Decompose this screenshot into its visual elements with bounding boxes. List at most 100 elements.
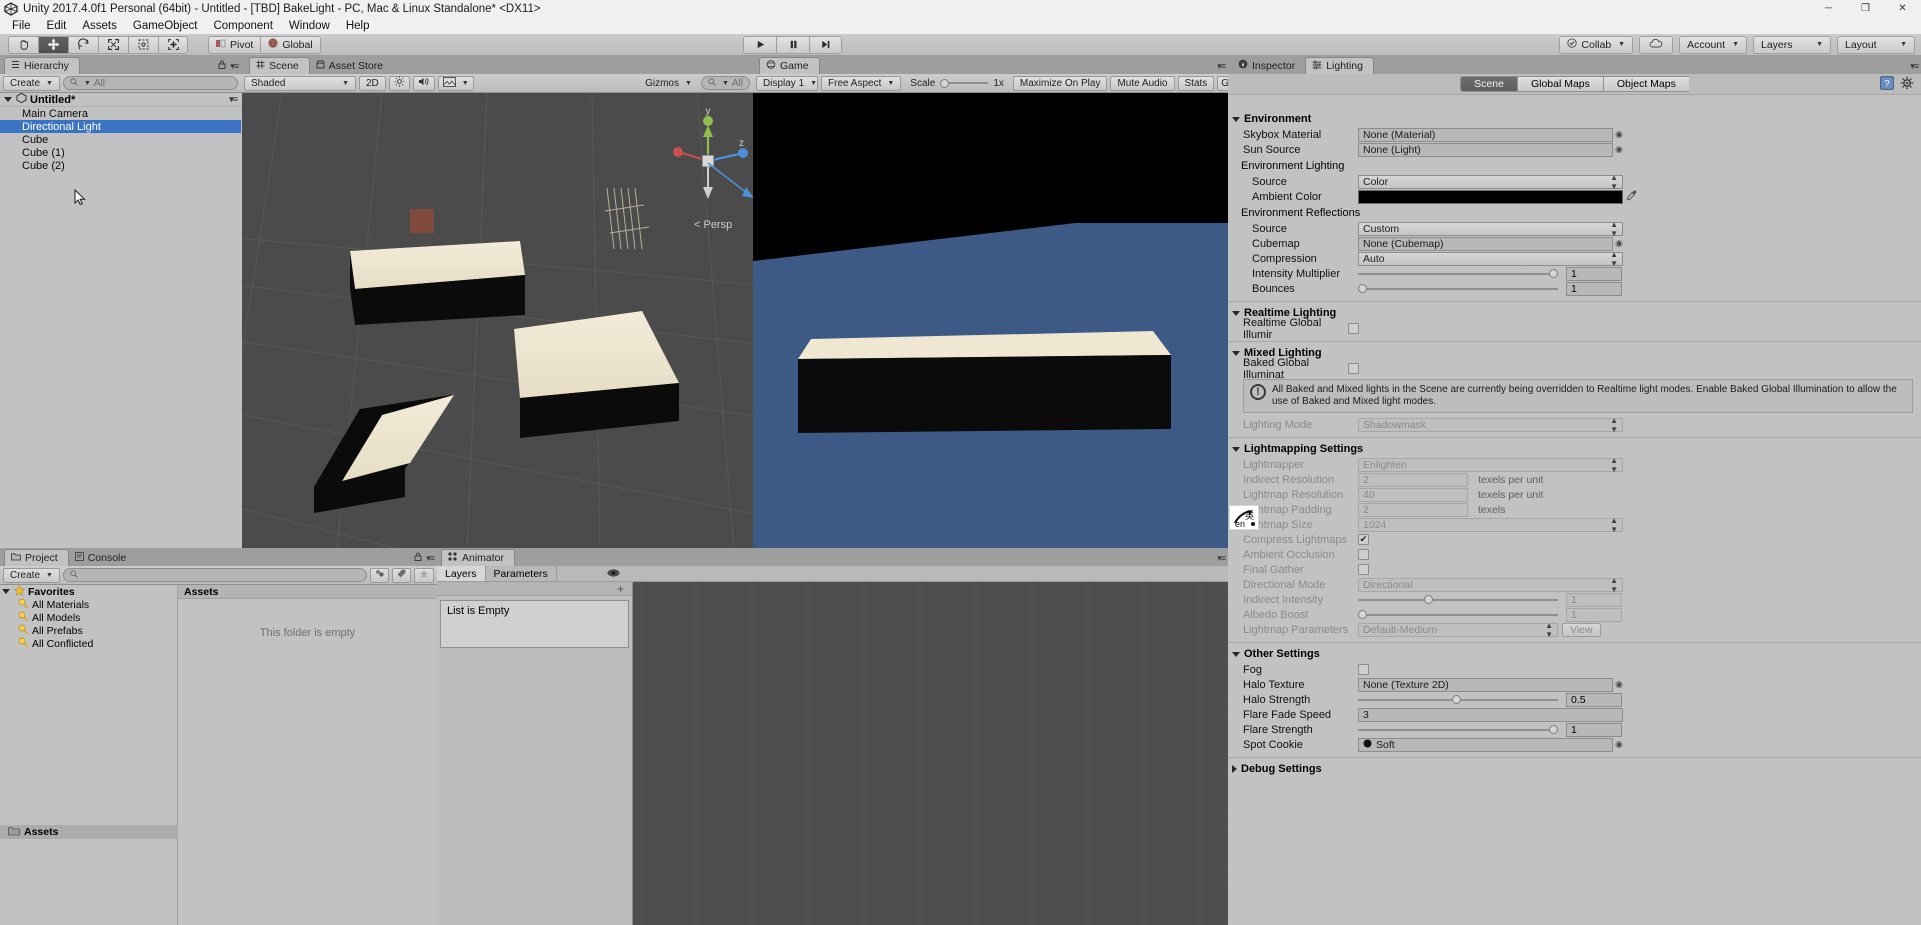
env-source-dropdown[interactable]: Color ▲ ▼ — [1358, 173, 1623, 191]
tab-asset-store[interactable]: Asset Store — [309, 57, 394, 74]
compress-lightmaps-checkbox[interactable] — [1358, 534, 1369, 545]
ime-language-indicator[interactable]: en 英 — [1229, 505, 1259, 530]
project-search-input[interactable] — [62, 568, 367, 582]
eye-icon[interactable] — [607, 568, 620, 581]
project-favorite-all-models[interactable]: All Models — [0, 611, 177, 624]
lighting-settings-body[interactable]: Environment Skybox Material None (Materi… — [1228, 109, 1921, 925]
pause-button[interactable] — [776, 35, 809, 54]
lighting-tab-object-maps[interactable]: Object Maps — [1602, 76, 1689, 92]
rotate-tool-button[interactable] — [68, 35, 98, 54]
gear-icon[interactable] — [1900, 76, 1914, 93]
hand-tool-button[interactable] — [8, 35, 38, 54]
tab-animator[interactable]: Animator — [441, 549, 516, 566]
intensity-slider[interactable] — [1358, 267, 1558, 281]
scene-2d-toggle[interactable]: 2D — [359, 75, 386, 91]
hierarchy-item-cube-2[interactable]: Cube (2) — [0, 159, 241, 172]
game-viewport[interactable] — [753, 93, 1228, 548]
collapse-triangle-icon[interactable] — [1232, 765, 1237, 773]
game-display-dropdown[interactable]: Display 1 ▼ — [756, 75, 818, 91]
move-tool-button[interactable] — [38, 35, 68, 54]
lm-res-input[interactable]: 40 — [1358, 487, 1468, 502]
hierarchy-create-button[interactable]: Create ▼ — [3, 75, 60, 91]
section-debug-settings[interactable]: Debug Settings — [1228, 761, 1921, 777]
maximize-on-play-toggle[interactable]: Maximize On Play — [1012, 75, 1108, 91]
tab-project[interactable]: Project — [4, 549, 69, 566]
indirect-res-input[interactable]: 2 — [1358, 472, 1468, 487]
add-layer-button[interactable]: + — [617, 582, 624, 596]
pivot-toggle[interactable]: Pivot — [208, 35, 262, 54]
flare-fade-input[interactable]: 3 — [1358, 707, 1623, 722]
bounces-value[interactable]: 1 — [1566, 281, 1622, 296]
project-filter-label-button[interactable] — [392, 567, 411, 583]
object-picker-icon[interactable]: ◉ — [1613, 144, 1625, 155]
menu-edit[interactable]: Edit — [39, 19, 75, 33]
object-picker-icon[interactable]: ◉ — [1613, 679, 1625, 690]
tab-scene[interactable]: Scene — [249, 57, 310, 74]
project-favorite-all-conflicted[interactable]: All Conflicted — [0, 637, 177, 650]
menu-file[interactable]: File — [4, 19, 39, 33]
cubemap-field[interactable]: None (Cubemap) — [1358, 236, 1613, 251]
game-menu-icon[interactable]: ▾≡ — [1217, 61, 1226, 72]
expand-triangle-icon[interactable] — [1232, 446, 1240, 452]
hierarchy-scene-root[interactable]: Untitled* ▾≡ — [0, 92, 241, 107]
animator-state-machine-canvas[interactable] — [633, 582, 1228, 925]
expand-triangle-icon[interactable] — [1232, 116, 1240, 122]
expand-triangle-icon[interactable] — [1232, 310, 1240, 316]
project-favorite-all-prefabs[interactable]: All Prefabs — [0, 624, 177, 637]
lightmapper-dropdown[interactable]: Enlighten ▲ ▼ — [1358, 456, 1623, 474]
intensity-value[interactable]: 1 — [1566, 266, 1622, 281]
final-gather-checkbox[interactable] — [1358, 564, 1369, 575]
object-picker-icon[interactable]: ◉ — [1613, 238, 1625, 249]
ambient-occlusion-checkbox[interactable] — [1358, 549, 1369, 560]
lighting-mode-dropdown[interactable]: Shadowmask ▲ ▼ — [1358, 416, 1623, 434]
help-icon[interactable]: ? — [1880, 75, 1894, 93]
lightmap-parameters-dropdown[interactable]: Default-Medium ▲ ▼ — [1358, 621, 1558, 639]
spot-cookie-field[interactable]: Soft — [1358, 737, 1613, 752]
section-lightmapping-settings[interactable]: Lightmapping Settings — [1228, 441, 1921, 457]
scene-viewport[interactable]: y z < Persp — [242, 93, 753, 548]
lighting-menu-icon[interactable]: ▾≡ — [1910, 61, 1919, 72]
stats-toggle[interactable]: Stats — [1177, 75, 1215, 91]
lm-pad-input[interactable]: 2 — [1358, 502, 1468, 517]
menu-component[interactable]: Component — [205, 19, 280, 33]
play-button[interactable] — [743, 35, 776, 54]
project-menu-icon[interactable]: ▾≡ — [426, 553, 435, 564]
compression-dropdown[interactable]: Auto ▲ ▼ — [1358, 250, 1623, 268]
fog-checkbox[interactable] — [1358, 664, 1369, 675]
collab-button[interactable]: Collab ▼ — [1559, 35, 1634, 54]
skybox-material-field[interactable]: None (Material) — [1358, 127, 1613, 142]
scene-search-input[interactable]: ▼ All — [700, 76, 750, 90]
eyedropper-icon[interactable] — [1626, 190, 1637, 204]
scene-context-menu-icon[interactable]: ▾≡ — [229, 94, 238, 105]
scene-gizmos-dropdown[interactable]: Gizmos ▼ — [639, 76, 698, 91]
tab-hierarchy[interactable]: Hierarchy — [4, 57, 80, 74]
refl-source-dropdown[interactable]: Custom ▲ ▼ — [1358, 220, 1623, 238]
section-other-settings[interactable]: Other Settings — [1228, 646, 1921, 662]
lightmap-parameters-view-button[interactable]: View — [1562, 622, 1601, 637]
game-aspect-dropdown[interactable]: Free Aspect ▼ — [821, 75, 902, 91]
lighting-tab-scene[interactable]: Scene — [1460, 76, 1517, 92]
rect-tool-button[interactable] — [128, 35, 158, 54]
lm-size-dropdown[interactable]: 1024 ▲ ▼ — [1358, 516, 1623, 534]
scale-slider-track[interactable] — [940, 76, 989, 90]
animator-add-layer-bar[interactable]: + — [437, 582, 632, 596]
hierarchy-item-main-camera[interactable]: Main Camera — [0, 107, 241, 120]
indirect-intensity-value[interactable]: 1 — [1566, 592, 1622, 607]
project-filter-type-button[interactable] — [370, 567, 389, 583]
expand-triangle-icon[interactable] — [4, 97, 12, 102]
halo-texture-field[interactable]: None (Texture 2D) — [1358, 677, 1613, 692]
expand-triangle-icon[interactable] — [2, 589, 10, 594]
close-button[interactable]: ✕ — [1884, 0, 1921, 17]
project-create-button[interactable]: Create ▼ — [3, 567, 60, 583]
tab-game[interactable]: Game — [759, 57, 820, 74]
hierarchy-item-cube[interactable]: Cube — [0, 133, 241, 146]
scene-shading-dropdown[interactable]: Shaded ▼ — [244, 75, 356, 91]
albedo-boost-slider[interactable] — [1358, 608, 1558, 622]
scene-fx-toggle[interactable]: ▼ — [437, 75, 474, 91]
scene-audio-toggle[interactable] — [412, 75, 435, 91]
lock-icon[interactable] — [414, 552, 422, 564]
menu-gameobject[interactable]: GameObject — [125, 19, 206, 33]
scene-lighting-toggle[interactable] — [388, 75, 410, 91]
scale-tool-button[interactable] — [98, 35, 128, 54]
lighting-tab-global-maps[interactable]: Global Maps — [1516, 76, 1603, 92]
